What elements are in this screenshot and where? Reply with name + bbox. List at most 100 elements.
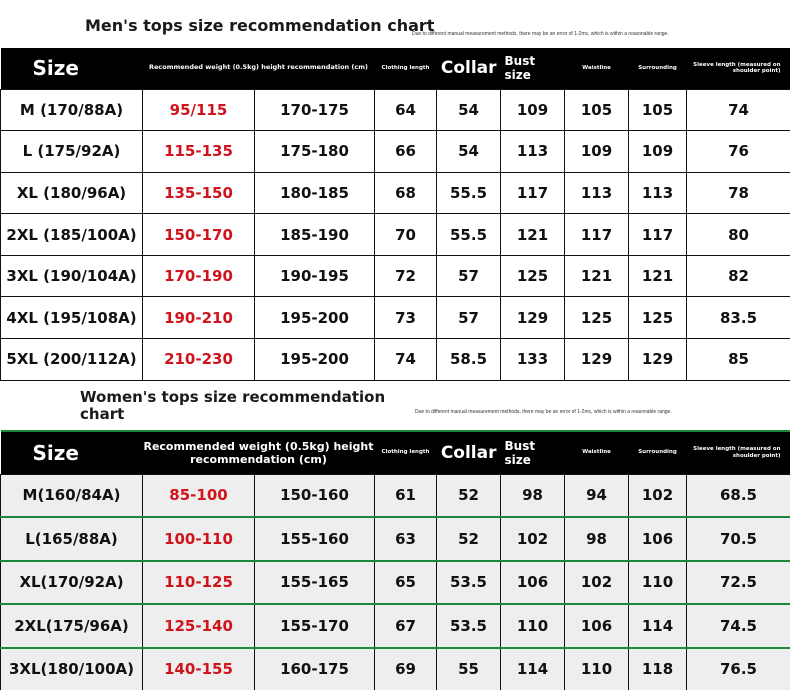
women-header-sleeve: Sleeve length (measured on shoulder poin… [686, 431, 790, 474]
men-cell-weight: 135-150 [142, 171, 255, 215]
men-cell-surrounding: 125 [628, 296, 688, 340]
women-cell-sleeve: 68.5 [686, 473, 790, 518]
men-cell-surrounding: 105 [628, 88, 688, 132]
men-cell-waistline: 129 [564, 338, 630, 381]
women-cell-height: 155-165 [254, 560, 375, 605]
men-cell-bust: 125 [500, 254, 566, 298]
women-header-clothing-length: Clothing length [374, 431, 437, 474]
men-header-bust: Bust size [500, 48, 565, 89]
men-cell-sleeve: 76 [686, 130, 790, 173]
men-cell-bust: 129 [500, 296, 566, 340]
men-cell-bust: 133 [500, 338, 566, 381]
women-cell-clothing-length: 65 [374, 560, 437, 605]
women-cell-surrounding: 106 [628, 516, 687, 562]
men-table-row: XL (180/96A) 135-150 180-185 68 55.5 117 113 11… [0, 171, 790, 215]
women-cell-weight: 110-125 [142, 560, 255, 605]
men-cell-weight: 190-210 [142, 296, 255, 340]
women-header-recommendation: Recommended weight (0.5kg) height recomm… [142, 431, 375, 474]
women-header-row: Size Recommended weight (0.5kg) height r… [0, 431, 790, 474]
men-header-collar: Collar [436, 48, 501, 89]
men-cell-bust: 117 [500, 171, 566, 215]
women-cell-clothing-length: 69 [374, 647, 437, 690]
men-cell-height: 190-195 [253, 254, 376, 298]
men-cell-sleeve: 82 [686, 254, 790, 298]
women-cell-waistline: 98 [564, 516, 629, 562]
women-title-bar: Women's tops size recommendation chart D… [0, 382, 790, 430]
men-cell-waistline: 113 [564, 171, 630, 215]
men-cell-collar: 57 [436, 296, 502, 340]
women-cell-size: 3XL(180/100A) [0, 647, 143, 690]
women-table-row: L(165/88A) 100-110 155-160 63 52 102 98 106 70.5 [0, 516, 790, 562]
men-cell-height: 195-200 [253, 296, 376, 340]
women-cell-collar: 52 [436, 473, 501, 518]
men-cell-clothing-length: 66 [374, 130, 438, 173]
men-title-bar: Men's tops size recommendation chart Due… [0, 0, 790, 48]
women-cell-sleeve: 76.5 [686, 647, 790, 690]
men-cell-weight: 95/115 [142, 88, 255, 132]
men-cell-surrounding: 117 [628, 213, 688, 256]
women-cell-sleeve: 74.5 [686, 603, 790, 649]
men-cell-surrounding: 121 [628, 254, 688, 298]
men-cell-waistline: 125 [564, 296, 630, 340]
women-cell-surrounding: 110 [628, 560, 687, 605]
women-cell-weight: 140-155 [142, 647, 255, 690]
women-cell-waistline: 106 [564, 603, 629, 649]
women-cell-sleeve: 70.5 [686, 516, 790, 562]
women-cell-sleeve: 72.5 [686, 560, 790, 605]
men-cell-clothing-length: 74 [374, 338, 438, 381]
women-header-size: Size [0, 431, 143, 474]
men-cell-weight: 115-135 [142, 130, 255, 173]
men-cell-bust: 109 [500, 88, 566, 132]
women-cell-waistline: 102 [564, 560, 629, 605]
women-cell-clothing-length: 67 [374, 603, 437, 649]
women-cell-surrounding: 118 [628, 647, 687, 690]
women-chart-title: Women's tops size recommendation chart [80, 389, 385, 423]
women-header-bust: Bust size [500, 431, 565, 474]
women-cell-collar: 53.5 [436, 603, 501, 649]
women-cell-height: 160-175 [254, 647, 375, 690]
men-cell-collar: 57 [436, 254, 502, 298]
men-cell-waistline: 109 [564, 130, 630, 173]
men-table-row: 3XL (190/104A) 170-190 190-195 72 57 125 121 12… [0, 254, 790, 298]
women-cell-size: L(165/88A) [0, 516, 143, 562]
women-cell-height: 155-160 [254, 516, 375, 562]
men-table-row: L (175/92A) 115-135 175-180 66 54 113 109 109 76 [0, 130, 790, 173]
men-size-table: Size Recommended weight (0.5kg) height r… [0, 48, 790, 381]
men-cell-size: XL (180/96A) [0, 171, 143, 215]
women-cell-weight: 125-140 [142, 603, 255, 649]
men-header-clothing-length: Clothing length [374, 48, 437, 89]
men-header-waistline: Waistline [564, 48, 629, 89]
men-cell-surrounding: 109 [628, 130, 688, 173]
women-cell-clothing-length: 63 [374, 516, 437, 562]
men-cell-clothing-length: 70 [374, 213, 438, 256]
men-cell-size: M (170/88A) [0, 88, 143, 132]
women-cell-size: XL(170/92A) [0, 560, 143, 605]
women-table-row: M(160/84A) 85-100 150-160 61 52 98 94 102 68.5 [0, 473, 790, 518]
men-cell-size: L (175/92A) [0, 130, 143, 173]
women-cell-height: 155-170 [254, 603, 375, 649]
men-cell-collar: 55.5 [436, 213, 502, 256]
men-cell-height: 170-175 [253, 88, 376, 132]
women-chart-title-line1: Women's tops size recommendation [80, 388, 386, 406]
men-cell-bust: 113 [500, 130, 566, 173]
women-cell-bust: 106 [500, 560, 565, 605]
women-cell-surrounding: 114 [628, 603, 687, 649]
men-header-row: Size Recommended weight (0.5kg) height r… [0, 48, 790, 89]
women-size-table: Size Recommended weight (0.5kg) height r… [0, 430, 790, 690]
men-header-size: Size [0, 48, 143, 89]
men-chart-title: Men's tops size recommendation chart [85, 16, 435, 35]
women-cell-bust: 102 [500, 516, 565, 562]
women-table-row: 3XL(180/100A) 140-155 160-175 69 55 114 110 118… [0, 647, 790, 690]
men-cell-clothing-length: 64 [374, 88, 438, 132]
men-cell-size: 2XL (185/100A) [0, 213, 143, 256]
men-cell-surrounding: 129 [628, 338, 688, 381]
women-cell-weight: 100-110 [142, 516, 255, 562]
men-cell-sleeve: 85 [686, 338, 790, 381]
men-cell-sleeve: 80 [686, 213, 790, 256]
men-cell-height: 175-180 [253, 130, 376, 173]
men-table-row: M (170/88A) 95/115 170-175 64 54 109 105 105 74 [0, 88, 790, 132]
men-cell-collar: 54 [436, 88, 502, 132]
women-cell-weight: 85-100 [142, 473, 255, 518]
men-cell-height: 180-185 [253, 171, 376, 215]
men-cell-surrounding: 113 [628, 171, 688, 215]
